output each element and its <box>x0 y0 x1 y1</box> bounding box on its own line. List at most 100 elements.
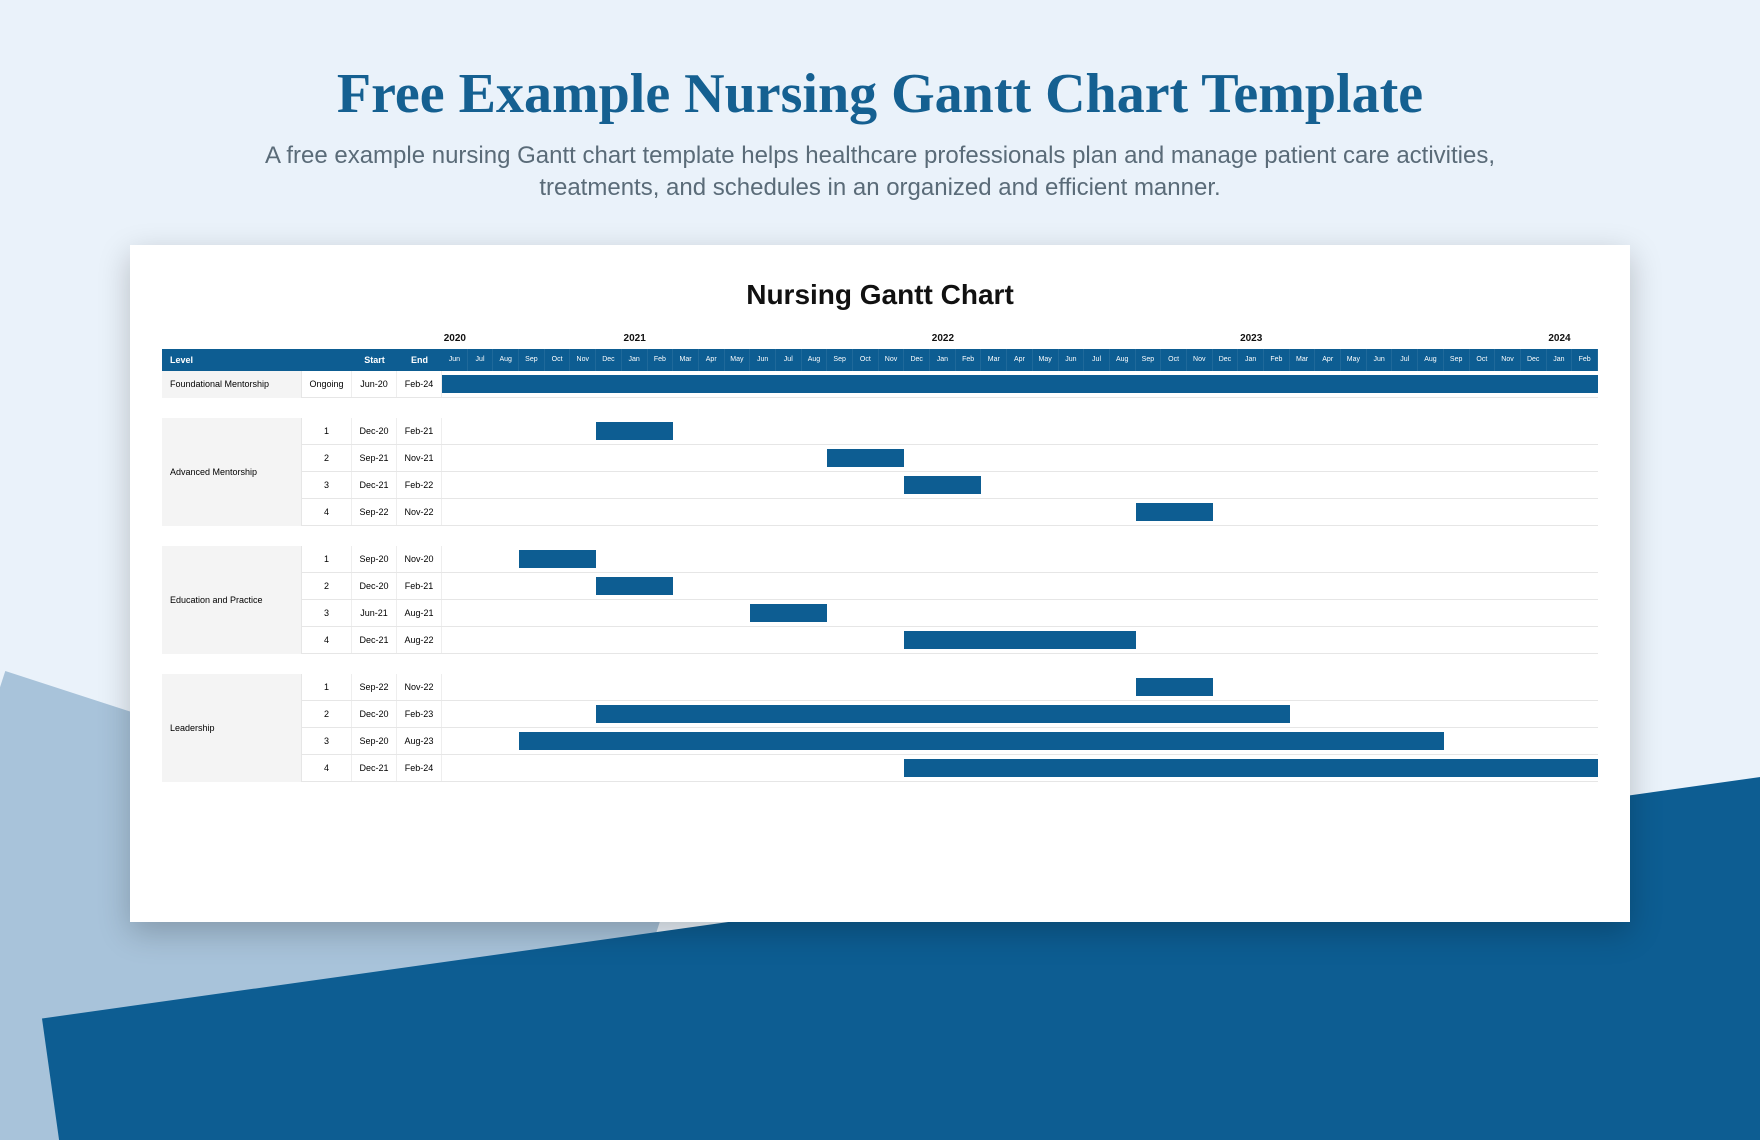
gantt-group-name: Education and Practice <box>162 546 302 654</box>
gantt-month-cell: Feb <box>956 349 982 371</box>
gantt-month-cell: Dec <box>1521 349 1547 371</box>
gantt-row-end: Feb-24 <box>397 755 442 781</box>
gantt-row-sub: 3 <box>302 728 352 754</box>
gantt-row: 3Sep-20Aug-23 <box>302 728 1598 755</box>
gantt-row-start: Dec-21 <box>352 627 397 653</box>
gantt-row-start: Dec-20 <box>352 701 397 727</box>
gantt-row-bararea <box>442 546 1598 572</box>
gantt-row-sub: 3 <box>302 472 352 498</box>
gantt-year-label: 2023 <box>1240 333 1262 344</box>
gantt-month-cell: Oct <box>545 349 571 371</box>
gantt-month-cell: Oct <box>1161 349 1187 371</box>
gantt-row-end: Feb-24 <box>397 371 442 397</box>
gantt-month-cell: Jun <box>1059 349 1085 371</box>
gantt-bar <box>904 631 1135 649</box>
gantt-group: Advanced Mentorship1Dec-20Feb-212Sep-21N… <box>162 418 1598 526</box>
gantt-row: 3Jun-21Aug-21 <box>302 600 1598 627</box>
gantt-month-cell: Feb <box>648 349 674 371</box>
gantt-bar <box>442 375 1598 393</box>
gantt-year-label: 2022 <box>932 333 954 344</box>
gantt-row-start: Dec-21 <box>352 472 397 498</box>
gantt-month-cell: Apr <box>699 349 725 371</box>
gantt-bar <box>750 604 827 622</box>
gantt-row-sub: 2 <box>302 701 352 727</box>
gantt-month-cell: Oct <box>1470 349 1496 371</box>
gantt-row: 3Dec-21Feb-22 <box>302 472 1598 499</box>
chart-title: Nursing Gantt Chart <box>162 279 1598 311</box>
gantt-year-label: 2024 <box>1548 333 1570 344</box>
gantt-row-bararea <box>442 728 1598 754</box>
gantt-row: 4Sep-22Nov-22 <box>302 499 1598 526</box>
gantt-month-cell: Jun <box>442 349 468 371</box>
gantt-month-cell: Jan <box>930 349 956 371</box>
gantt-row-sub: 2 <box>302 445 352 471</box>
gantt-row-start: Sep-21 <box>352 445 397 471</box>
gantt-month-cell: May <box>1341 349 1367 371</box>
gantt-month-cell: Mar <box>673 349 699 371</box>
gantt-row-end: Nov-20 <box>397 546 442 572</box>
gantt-month-cell: Mar <box>981 349 1007 371</box>
col-header-level: Level <box>162 349 302 371</box>
gantt-row-bararea <box>442 627 1598 653</box>
gantt-month-cell: Aug <box>802 349 828 371</box>
gantt-header-row: Level Start End JunJulAugSepOctNovDecJan… <box>162 349 1598 371</box>
gantt-row-bararea <box>442 573 1598 599</box>
gantt-month-cell: Sep <box>1444 349 1470 371</box>
gantt-row-sub: Ongoing <box>302 371 352 397</box>
gantt-row-bararea <box>442 755 1598 781</box>
gantt-month-cell: Jun <box>750 349 776 371</box>
gantt-group-name: Leadership <box>162 674 302 782</box>
gantt-row-bararea <box>442 701 1598 727</box>
gantt-group: Education and Practice1Sep-20Nov-202Dec-… <box>162 546 1598 654</box>
gantt-row-end: Feb-21 <box>397 418 442 444</box>
gantt-row-sub: 3 <box>302 600 352 626</box>
gantt-row: 2Sep-21Nov-21 <box>302 445 1598 472</box>
gantt-month-cell: Nov <box>1187 349 1213 371</box>
gantt-bar <box>519 550 596 568</box>
gantt-month-cell: Sep <box>827 349 853 371</box>
gantt-group-spacer <box>162 526 1598 546</box>
gantt-month-cell: Oct <box>853 349 879 371</box>
gantt-row-sub: 2 <box>302 573 352 599</box>
gantt-month-cell: Jul <box>1084 349 1110 371</box>
gantt-row-start: Sep-22 <box>352 674 397 700</box>
gantt-month-cell: Jul <box>468 349 494 371</box>
gantt-month-cell: Jun <box>1367 349 1393 371</box>
gantt-row-bararea <box>442 472 1598 498</box>
gantt-month-cell: Apr <box>1007 349 1033 371</box>
gantt-row-bararea <box>442 674 1598 700</box>
gantt-year-label: 2021 <box>624 333 646 344</box>
gantt-row-sub: 4 <box>302 627 352 653</box>
gantt-month-cell: Jul <box>1392 349 1418 371</box>
gantt-group: Leadership1Sep-22Nov-222Dec-20Feb-233Sep… <box>162 674 1598 782</box>
gantt-month-cell: Aug <box>1418 349 1444 371</box>
gantt-row-end: Feb-21 <box>397 573 442 599</box>
gantt-row-start: Jun-21 <box>352 600 397 626</box>
gantt-row-bararea <box>442 418 1598 444</box>
gantt-row-end: Feb-22 <box>397 472 442 498</box>
gantt-row-bararea <box>442 600 1598 626</box>
gantt-month-cell: Feb <box>1572 349 1598 371</box>
gantt-bar <box>1136 678 1213 696</box>
gantt-bar <box>904 759 1598 777</box>
gantt-row-sub: 1 <box>302 418 352 444</box>
gantt-row-start: Sep-20 <box>352 546 397 572</box>
gantt-month-cell: Nov <box>879 349 905 371</box>
page-subtitle: A free example nursing Gantt chart templ… <box>255 140 1505 205</box>
gantt-bar <box>904 476 981 494</box>
gantt-month-cell: Sep <box>519 349 545 371</box>
gantt-row: 4Dec-21Aug-22 <box>302 627 1598 654</box>
col-header-end: End <box>397 349 442 371</box>
gantt-year-label: 2020 <box>444 333 466 344</box>
gantt-month-cell: Nov <box>570 349 596 371</box>
gantt-row-start: Dec-20 <box>352 573 397 599</box>
gantt-month-cell: Dec <box>904 349 930 371</box>
gantt-row-start: Sep-22 <box>352 499 397 525</box>
gantt-month-cell: Aug <box>493 349 519 371</box>
gantt-row-start: Jun-20 <box>352 371 397 397</box>
gantt-month-cell: May <box>725 349 751 371</box>
gantt-month-cell: Apr <box>1315 349 1341 371</box>
gantt-bar <box>827 449 904 467</box>
col-header-start: Start <box>352 349 397 371</box>
gantt-row: 1Dec-20Feb-21 <box>302 418 1598 445</box>
